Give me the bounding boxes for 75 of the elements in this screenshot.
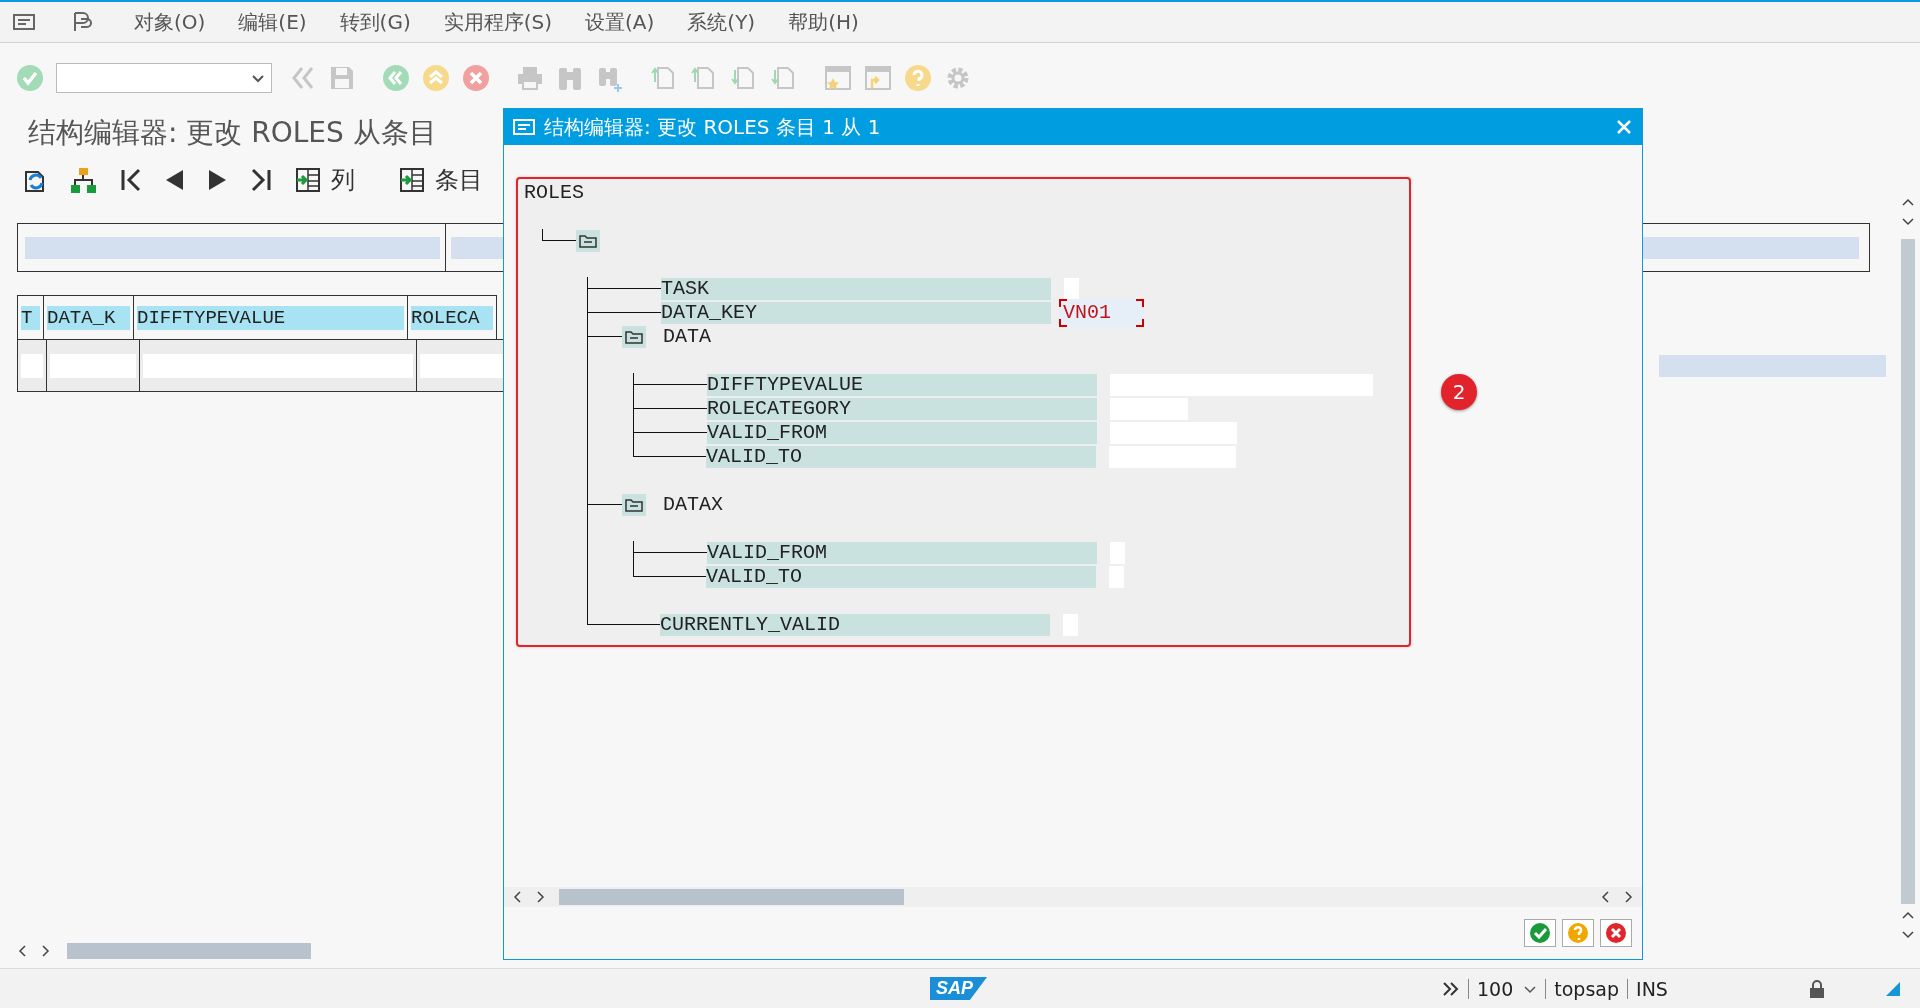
field-label: ROLECATEGORY xyxy=(707,398,1097,420)
save-icon[interactable] xyxy=(328,64,356,92)
step-badge: 2 xyxy=(1441,374,1477,410)
first-icon[interactable] xyxy=(119,167,141,193)
scroll-right-icon[interactable] xyxy=(39,944,51,958)
scroll-right-icon[interactable] xyxy=(534,890,546,904)
menu-item[interactable]: 设置(A) xyxy=(585,8,655,36)
help-icon xyxy=(1567,922,1589,944)
field-label: DATA_KEY xyxy=(661,302,1051,324)
field-label: VALID_FROM xyxy=(707,422,1097,444)
resize-icon[interactable] xyxy=(1886,981,1900,996)
scroll-right-icon[interactable] xyxy=(1622,890,1634,904)
entry-button[interactable]: 条目 xyxy=(399,164,483,196)
column-header[interactable]: DIFFTYPEVALUE xyxy=(137,305,404,330)
command-field[interactable] xyxy=(56,63,272,93)
scrollbar-thumb[interactable] xyxy=(67,943,311,959)
field-label: DIFFTYPEVALUE xyxy=(707,374,1097,396)
input-field[interactable]: VN01 xyxy=(1059,299,1144,327)
sap-logo: SAP xyxy=(930,977,987,1000)
scroll-left-icon[interactable] xyxy=(1600,890,1612,904)
column-header[interactable]: ROLECA xyxy=(411,305,493,330)
zoom-value: 100 xyxy=(1477,977,1514,1000)
scroll-left-icon[interactable] xyxy=(512,890,524,904)
input-field[interactable] xyxy=(1064,278,1079,300)
column-header[interactable]: DATA_K xyxy=(47,305,130,330)
printer-icon[interactable] xyxy=(516,64,544,92)
system-name: topsap xyxy=(1554,977,1620,1000)
field-label: VALID_TO xyxy=(706,446,1096,468)
screen-title: 结构编辑器: 更改 ROLES 从条目 xyxy=(28,115,437,151)
columns-button[interactable]: 列 xyxy=(295,164,355,196)
menu-item[interactable]: 对象(O) xyxy=(134,8,206,36)
help-button[interactable] xyxy=(1562,919,1594,947)
menu-item[interactable]: 帮助(H) xyxy=(788,8,859,36)
scroll-down-icon[interactable] xyxy=(1901,928,1915,940)
dialog-icon xyxy=(512,116,536,138)
cancel-button[interactable] xyxy=(1600,919,1632,947)
cancel-icon xyxy=(1605,922,1627,944)
cancel-icon[interactable] xyxy=(462,64,490,92)
menu-item[interactable]: 编辑(E) xyxy=(238,8,307,36)
lock-icon[interactable] xyxy=(1808,979,1826,998)
node-label: DATA xyxy=(663,326,711,348)
folder-icon[interactable] xyxy=(576,230,600,252)
folder-icon[interactable] xyxy=(622,494,646,516)
menu-item[interactable]: 系统(Y) xyxy=(687,8,756,36)
scroll-left-icon[interactable] xyxy=(17,944,29,958)
close-icon[interactable] xyxy=(1616,119,1632,135)
column-header[interactable]: T xyxy=(21,305,40,330)
scrollbar-thumb[interactable] xyxy=(559,889,904,905)
menu-item[interactable]: 转到(G) xyxy=(339,8,411,36)
folder-icon[interactable] xyxy=(622,326,646,348)
menu-icon[interactable] xyxy=(12,11,36,33)
scroll-down-icon[interactable] xyxy=(1901,215,1915,227)
caret-icon[interactable] xyxy=(1523,983,1538,994)
menu-item[interactable]: 实用程序(S) xyxy=(443,8,553,36)
up-icon[interactable] xyxy=(422,64,450,92)
columns-icon xyxy=(295,167,321,193)
entry-icon xyxy=(399,167,425,193)
node-label: DATAX xyxy=(663,494,723,516)
caret-icon xyxy=(251,73,265,83)
back-icon[interactable] xyxy=(382,64,410,92)
root-label: ROLES xyxy=(524,181,584,205)
check-icon[interactable] xyxy=(16,64,44,92)
hierarchy-icon[interactable] xyxy=(70,166,97,194)
scrollbar-thumb[interactable] xyxy=(1901,239,1915,904)
input-mode: INS xyxy=(1636,977,1668,1000)
field-label: VALID_FROM xyxy=(707,542,1097,564)
confirm-icon xyxy=(1529,922,1551,944)
last-icon[interactable] xyxy=(251,167,273,193)
field-label: CURRENTLY_VALID xyxy=(660,614,1050,636)
dialog-title: 结构编辑器: 更改 ROLES 条目 1 从 1 xyxy=(544,113,881,141)
help-icon[interactable] xyxy=(904,64,932,92)
field-label: TASK xyxy=(661,278,1051,300)
confirm-button[interactable] xyxy=(1524,919,1556,947)
expand-icon[interactable] xyxy=(1442,980,1460,997)
field-label: VALID_TO xyxy=(706,566,1096,588)
